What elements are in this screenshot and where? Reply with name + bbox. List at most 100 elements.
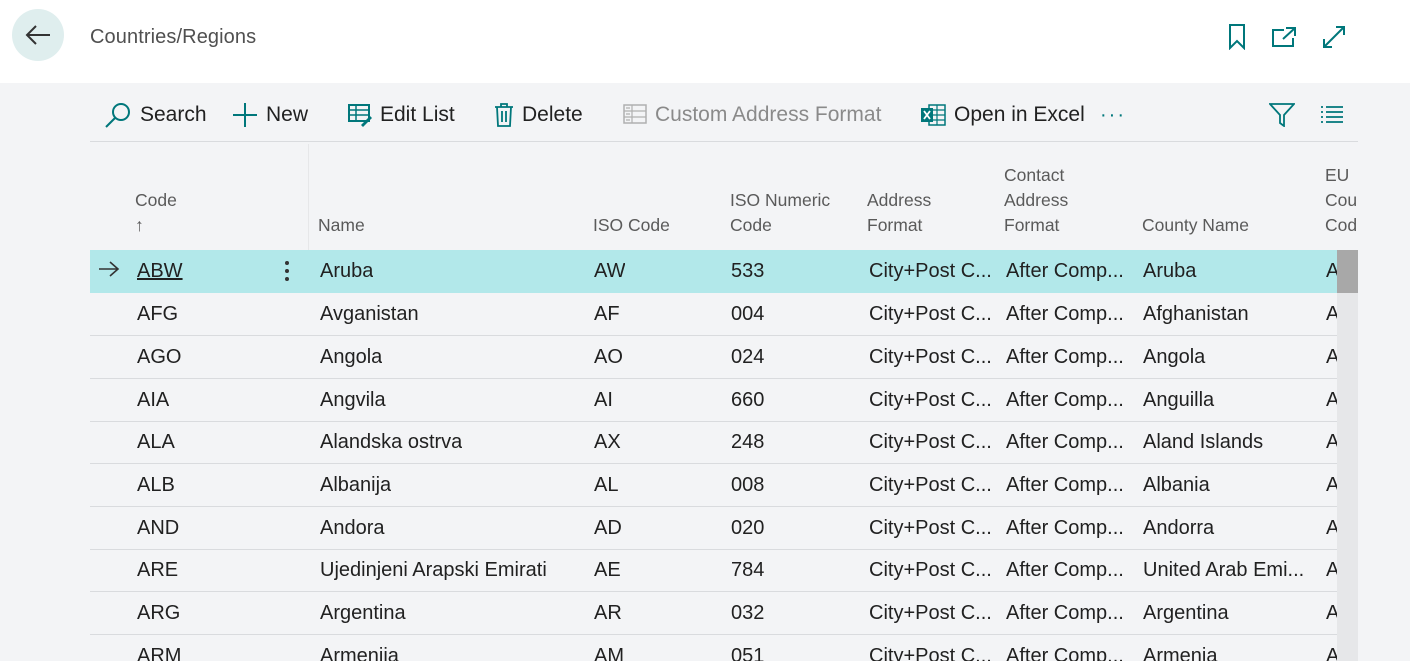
- table-row[interactable]: ARG Argentina AR 032 City+Post C... Afte…: [90, 592, 1358, 635]
- table-row[interactable]: AGO Angola AO 024 City+Post C... After C…: [90, 336, 1358, 379]
- row-iso-numeric-code: 020: [731, 517, 765, 539]
- open-new-window-button[interactable]: [1271, 24, 1297, 50]
- row-code[interactable]: ARM: [137, 645, 181, 661]
- table-row[interactable]: AND Andora AD 020 City+Post C... After C…: [90, 507, 1358, 550]
- column-header-iso-code[interactable]: ISO Code: [593, 213, 670, 238]
- filter-icon: [1269, 103, 1295, 127]
- row-code[interactable]: ALB: [137, 474, 175, 497]
- column-header-name[interactable]: Name: [318, 213, 365, 238]
- row-actions-menu-button[interactable]: [280, 258, 294, 284]
- row-iso-numeric-code: 032: [731, 602, 765, 624]
- table-row[interactable]: ALA Alandska ostrva AX 248 City+Post C..…: [90, 421, 1358, 464]
- row-iso-numeric-code: 008: [731, 474, 765, 496]
- vertical-scrollbar[interactable]: [1337, 250, 1358, 661]
- bookmark-button[interactable]: [1224, 24, 1250, 50]
- row-code[interactable]: ABW: [137, 260, 183, 283]
- page-header: Countries/Regions: [0, 0, 1410, 83]
- new-label: New: [266, 103, 309, 126]
- table-row[interactable]: ARM Armenija AM 051 City+Post C... After…: [90, 635, 1358, 661]
- row-iso-numeric-code: 533: [731, 260, 765, 282]
- row-address-format: City+Post C...: [869, 602, 992, 624]
- search-icon: [105, 103, 130, 128]
- edit-list-label: Edit List: [380, 103, 455, 126]
- bookmark-icon: [1229, 24, 1245, 50]
- row-code[interactable]: AIA: [137, 389, 169, 412]
- more-options-button[interactable]: ···: [1100, 100, 1126, 130]
- row-county-name: Aruba: [1143, 260, 1197, 282]
- row-code[interactable]: ALA: [137, 431, 175, 454]
- row-iso-code: AR: [594, 602, 622, 624]
- row-address-format: City+Post C...: [869, 431, 992, 453]
- row-county-name: Anguilla: [1143, 389, 1215, 411]
- open-in-excel-button[interactable]: Open in Excel: [920, 100, 1085, 130]
- row-code[interactable]: ARE: [137, 559, 178, 582]
- expand-button[interactable]: [1321, 24, 1347, 50]
- row-address-format: City+Post C...: [869, 303, 992, 325]
- back-button[interactable]: [12, 9, 64, 61]
- row-name: Albanija: [320, 474, 392, 496]
- row-contact-address-format: After Comp...: [1006, 645, 1124, 661]
- row-address-format: City+Post C...: [869, 260, 992, 282]
- trash-icon: [495, 103, 513, 127]
- search-button[interactable]: Search: [104, 100, 207, 130]
- row-iso-code: AM: [594, 645, 624, 661]
- table-row[interactable]: ABW Aruba AW 533 City+Post C... After Co…: [90, 250, 1358, 293]
- edit-list-button[interactable]: Edit List: [348, 100, 455, 130]
- row-county-name: Andorra: [1143, 517, 1215, 539]
- table-row[interactable]: ARE Ujedinjeni Arapski Emirati AE 784 Ci…: [90, 549, 1358, 592]
- row-address-format: City+Post C...: [869, 559, 992, 581]
- row-contact-address-format: After Comp...: [1006, 346, 1124, 368]
- row-name: Ujedinjeni Arapski Emirati: [320, 559, 547, 581]
- column-header-code[interactable]: Code ↑: [135, 163, 177, 238]
- row-iso-numeric-code: 784: [731, 559, 765, 581]
- row-address-format: City+Post C...: [869, 389, 992, 411]
- row-iso-code: AL: [594, 474, 619, 496]
- row-county-name: Angola: [1143, 346, 1206, 368]
- column-header-eu-country-code[interactable]: EU Cou Cod: [1325, 163, 1357, 238]
- row-name: Andora: [320, 517, 385, 539]
- column-header-contact-address-format[interactable]: Contact Address Format: [1004, 163, 1068, 238]
- row-county-name: Albania: [1143, 474, 1210, 496]
- row-address-format: City+Post C...: [869, 346, 992, 368]
- row-contact-address-format: After Comp...: [1006, 474, 1124, 496]
- row-iso-code: AD: [594, 517, 622, 539]
- current-row-arrow-icon: [99, 261, 120, 277]
- row-iso-code: AE: [594, 559, 621, 581]
- search-label: Search: [140, 103, 207, 126]
- row-iso-numeric-code: 004: [731, 303, 765, 325]
- back-arrow-icon: [25, 25, 50, 45]
- row-name: Aruba: [320, 260, 374, 282]
- row-iso-code: AO: [594, 346, 623, 368]
- column-header-iso-numeric-code[interactable]: ISO Numeric Code: [730, 188, 830, 238]
- address-format-icon: [623, 104, 647, 124]
- custom-address-format-button[interactable]: Custom Address Format: [623, 100, 881, 130]
- row-contact-address-format: After Comp...: [1006, 517, 1124, 539]
- delete-button[interactable]: Delete: [494, 100, 583, 130]
- row-code[interactable]: AFG: [137, 303, 178, 326]
- table-row[interactable]: ALB Albanija AL 008 City+Post C... After…: [90, 464, 1358, 507]
- row-address-format: City+Post C...: [869, 517, 992, 539]
- table-row[interactable]: AFG Avganistan AF 004 City+Post C... Aft…: [90, 293, 1358, 336]
- new-button[interactable]: New: [232, 100, 308, 130]
- row-contact-address-format: After Comp...: [1006, 389, 1124, 411]
- filter-button[interactable]: [1269, 100, 1295, 130]
- row-county-name: Afghanistan: [1143, 303, 1249, 325]
- column-header-address-format[interactable]: Address Format: [867, 188, 931, 238]
- row-iso-numeric-code: 660: [731, 389, 765, 411]
- list-view-button[interactable]: [1320, 100, 1344, 130]
- row-code[interactable]: AND: [137, 517, 179, 540]
- column-header-code-label: Code: [135, 190, 177, 210]
- row-name: Angvila: [320, 389, 386, 411]
- page-title: Countries/Regions: [90, 26, 257, 48]
- row-code[interactable]: AGO: [137, 346, 181, 369]
- row-code[interactable]: ARG: [137, 602, 180, 625]
- table-row[interactable]: AIA Angvila AI 660 City+Post C... After …: [90, 379, 1358, 422]
- delete-label: Delete: [522, 103, 583, 126]
- scrollbar-thumb[interactable]: [1337, 250, 1358, 293]
- custom-address-format-label: Custom Address Format: [655, 103, 882, 126]
- row-county-name: Armenia: [1143, 645, 1218, 661]
- sort-ascending-icon: ↑: [135, 215, 144, 235]
- countries-grid: Code ↑ Name ISO Code ISO Numeric Code Ad…: [90, 144, 1358, 661]
- column-header-county-name[interactable]: County Name: [1142, 213, 1249, 238]
- row-iso-code: AW: [594, 260, 626, 282]
